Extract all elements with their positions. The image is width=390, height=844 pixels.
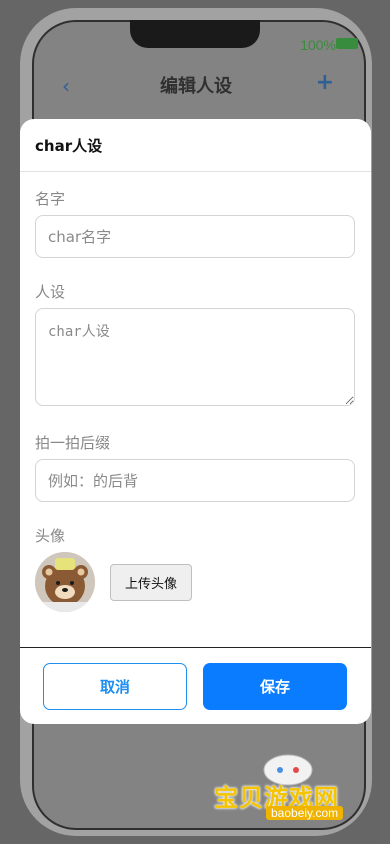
footer-divider (20, 647, 371, 648)
phone-notch (130, 20, 260, 48)
watermark-url: baobeiy.com (266, 806, 344, 820)
persona-edit-modal: char人设 名字 人设 拍一拍后缀 头像 上传头像 取消 保存 (20, 119, 371, 724)
name-label: 名字 (35, 190, 66, 208)
persona-label: 人设 (35, 283, 66, 301)
avatar (35, 552, 95, 612)
modal-title: char人设 (35, 137, 103, 155)
modal-header: char人设 (20, 119, 371, 172)
avatar-label: 头像 (35, 527, 66, 545)
pat-suffix-label: 拍一拍后缀 (35, 434, 111, 452)
upload-avatar-button[interactable]: 上传头像 (110, 564, 192, 601)
pat-suffix-input[interactable] (35, 459, 355, 502)
save-button[interactable]: 保存 (203, 663, 347, 710)
bear-avatar-image (35, 552, 95, 612)
name-input[interactable] (35, 215, 355, 258)
watermark-logo: 宝贝游戏网 baobeiy.com (214, 748, 364, 838)
persona-textarea[interactable] (35, 308, 355, 406)
cancel-button[interactable]: 取消 (43, 663, 187, 710)
